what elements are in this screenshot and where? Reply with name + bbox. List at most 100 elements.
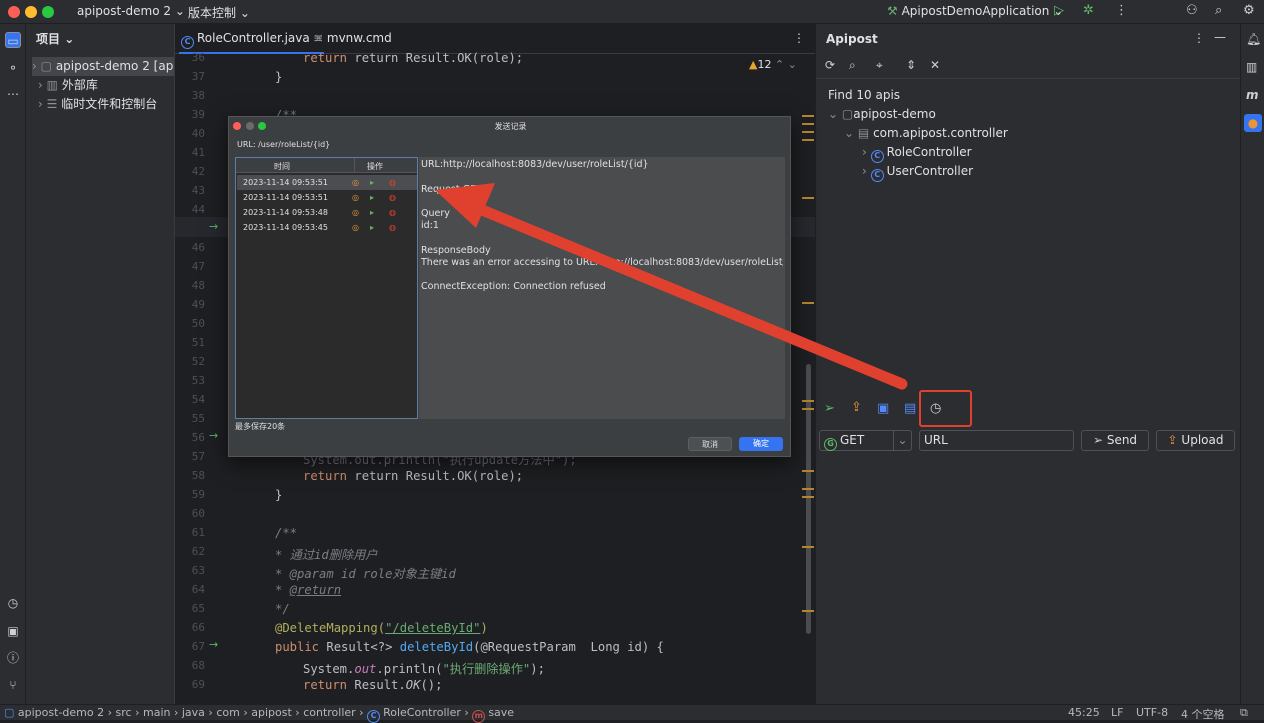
docs-icon[interactable]: ▤ [904,401,916,416]
inspection-widget[interactable]: ▲12 ⌃ ⌄ [749,58,797,71]
history-row[interactable]: 2023-11-14 09:53:51 ◎ ▸ ◍ [237,190,417,205]
cursor-position[interactable]: 45:25 [1068,706,1100,719]
send-plane-icon[interactable]: ➢ [824,401,835,416]
line-number: 39 [191,108,205,121]
replay-icon[interactable]: ▸ [370,190,374,205]
line-separator[interactable]: LF [1111,706,1123,719]
settings-icon[interactable]: ⚙ [1243,3,1255,18]
send-icon: ➢ [1092,433,1103,447]
col-divider [354,158,355,173]
line-number: 60 [191,507,205,520]
send-button[interactable]: ➢ Send [1081,430,1149,451]
project-selector[interactable]: apipost-demo 2 ⌄ [77,4,185,18]
replay-icon[interactable]: ▸ [370,205,374,220]
scratch-icon: ☰ [46,97,58,111]
more-tools-icon[interactable]: ⋯ [5,86,21,102]
project-panel: 项目 ⌄ › ▢ apipost-demo 2 [ap › ▥ 外部库 › ☰ … [26,24,174,704]
history-row[interactable]: 2023-11-14 09:53:51 ◎ ▸ ◍ [237,175,417,190]
view-icon[interactable]: ◎ [352,220,359,235]
breadcrumb[interactable]: ▢ apipost-demo 2 › src › main › java › c… [4,706,514,723]
gutter-mapping-icon[interactable]: → [209,638,218,651]
locate-icon[interactable]: ⌖ [876,58,883,73]
delete-icon[interactable]: ◍ [389,220,396,235]
scroll-marker [802,302,814,304]
code-line-36: return return Result.OK(role); [303,51,524,65]
view-icon[interactable]: ◎ [352,190,359,205]
maven-icon[interactable]: m [1246,88,1259,102]
structure-icon[interactable]: ⚬ [5,60,21,76]
problems-icon[interactable]: ⓘ [5,650,21,666]
save-icon[interactable]: ▣ [877,401,889,416]
run-config-selector[interactable]: ⚒ ApipostDemoApplication ⌄ [887,4,1063,18]
library-icon: ▥ [46,78,58,92]
project-panel-header[interactable]: 项目 ⌄ [36,30,74,49]
line-number: 66 [191,621,205,634]
upload-button[interactable]: ⇪ Upload [1156,430,1235,451]
minimize-window-button[interactable] [25,6,37,18]
project-tool-icon[interactable]: ▭ [5,32,21,48]
gutter-mapping-icon[interactable]: → [209,429,218,442]
run-icon[interactable]: ▷ [1054,3,1064,18]
lock-icon[interactable]: ⧉ [1240,706,1248,720]
project-tree-item-external-libs[interactable]: › ▥ 外部库 [38,76,98,95]
editor-tabs: C RoleController.java × ≡ mvnw.cmd ⋮ [175,24,816,54]
vcs-menu[interactable]: 版本控制 ⌄ [188,4,250,21]
refresh-icon[interactable]: ⟳ [825,58,835,72]
line-number: 58 [191,469,205,482]
line-number: 51 [191,336,205,349]
more-icon[interactable]: ⋮ [1115,3,1128,18]
apipost-toolbar: ⟳ ⌕ ⌖ ⇕ ✕ [816,54,1241,79]
tree-item-usercontroller[interactable]: › C UserController [862,162,973,182]
close-window-button[interactable] [8,6,20,18]
delete-icon[interactable]: ◍ [389,175,396,190]
cancel-button[interactable]: 取消 [688,437,732,451]
tab-rolecontroller[interactable]: C RoleController.java × [179,24,324,54]
gutter-mapping-icon[interactable]: → [209,220,218,233]
tree-item-controller-package[interactable]: ⌄ ▤ com.apipost.controller [844,124,1008,143]
services-icon[interactable]: ◷ [5,595,21,611]
git-icon[interactable]: ⑂ [5,677,21,693]
maximize-window-button[interactable] [42,6,54,18]
highlight-box [919,390,972,427]
history-row[interactable]: 2023-11-14 09:53:45 ◎ ▸ ◍ [237,220,417,235]
code-line-37: } [275,70,283,84]
url-input[interactable]: URL [919,430,1074,451]
delete-icon[interactable]: ◍ [389,205,396,220]
collapse-icon[interactable]: ✕ [930,58,940,72]
replay-icon[interactable]: ▸ [370,175,374,190]
apipost-tool-icon[interactable]: ● [1244,114,1262,132]
tree-item-rolecontroller[interactable]: › C RoleController [862,143,972,163]
search-icon[interactable]: ⌕ [849,58,856,73]
debug-icon[interactable]: ✲ [1083,3,1094,18]
class-icon: C [367,710,381,723]
user-icon[interactable]: ⚇ [1186,3,1198,18]
package-icon: ▤ [857,126,870,140]
search-icon[interactable]: ⌕ [1215,3,1222,18]
tree-item-apipost-demo[interactable]: ⌄ ▢apipost-demo [828,105,936,124]
method-icon: G [824,438,837,451]
tabs-more-icon[interactable]: ⋮ [793,31,805,45]
editor-scrollbar[interactable] [806,364,811,634]
status-bar: ▢ apipost-demo 2 › src › main › java › c… [0,704,1264,723]
line-number: 69 [191,678,205,691]
panel-hide-icon[interactable]: — [1214,30,1226,44]
project-tree-item-root[interactable]: › ▢ apipost-demo 2 [ap [32,57,174,76]
panel-options-icon[interactable]: ⋮ [1193,31,1205,45]
history-row[interactable]: 2023-11-14 09:53:48 ◎ ▸ ◍ [237,205,417,220]
tab-mvnw[interactable]: ≡ mvnw.cmd [313,31,392,45]
scroll-marker [802,400,814,402]
delete-icon[interactable]: ◍ [389,190,396,205]
view-icon[interactable]: ◎ [352,175,359,190]
file-encoding[interactable]: UTF-8 [1136,706,1168,719]
database-icon[interactable]: ▥ [1246,60,1257,74]
notifications-icon[interactable]: 🔔︎ [1246,32,1261,46]
expand-icon[interactable]: ⇕ [906,58,916,72]
method-select[interactable]: G GET ⌄ [819,430,912,451]
line-number: 49 [191,298,205,311]
export-icon[interactable]: ⇪ [851,400,862,415]
confirm-button[interactable]: 确定 [739,437,783,451]
terminal-icon[interactable]: ▣ [5,623,21,639]
view-icon[interactable]: ◎ [352,205,359,220]
replay-icon[interactable]: ▸ [370,220,374,235]
project-tree-item-scratches[interactable]: › ☰ 临时文件和控制台 [38,95,157,114]
